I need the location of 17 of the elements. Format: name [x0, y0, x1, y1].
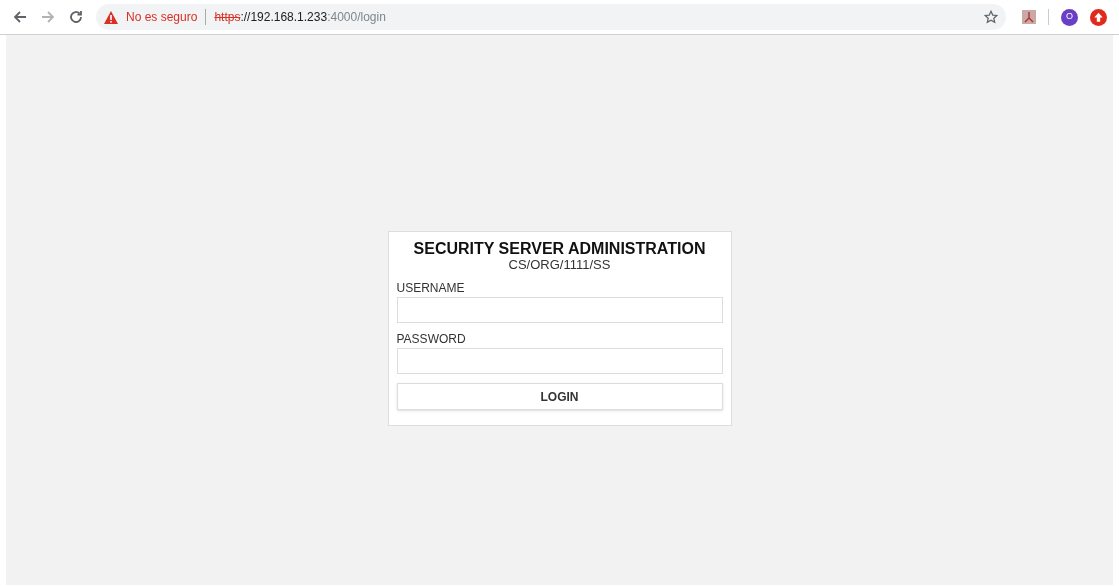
login-button[interactable]: LOGIN: [396, 383, 723, 410]
field-label: USERNAME: [396, 281, 466, 295]
address-bar[interactable]: No es seguro https://192.168.1.233:4000/login: [96, 4, 1006, 30]
upload-extension-icon[interactable]: [1090, 8, 1107, 26]
star-icon[interactable]: [984, 10, 998, 24]
login-title: SECURITY SERVER ADMINISTRATION: [412, 240, 707, 258]
url-text[interactable]: https://192.168.1.233:4000/login: [214, 8, 386, 26]
username-field[interactable]: [396, 297, 723, 323]
profile-avatar[interactable]: O: [1061, 8, 1078, 26]
reload-icon[interactable]: [68, 9, 84, 25]
security-label[interactable]: No es seguro: [126, 8, 198, 26]
server-id: CS/ORG/1111/SS: [507, 258, 612, 272]
pdf-extension-icon[interactable]: [1022, 10, 1036, 24]
password-field[interactable]: [396, 348, 723, 374]
field-label: PASSWORD: [396, 332, 467, 346]
warning-icon: [104, 10, 118, 24]
back-icon[interactable]: [12, 9, 28, 25]
